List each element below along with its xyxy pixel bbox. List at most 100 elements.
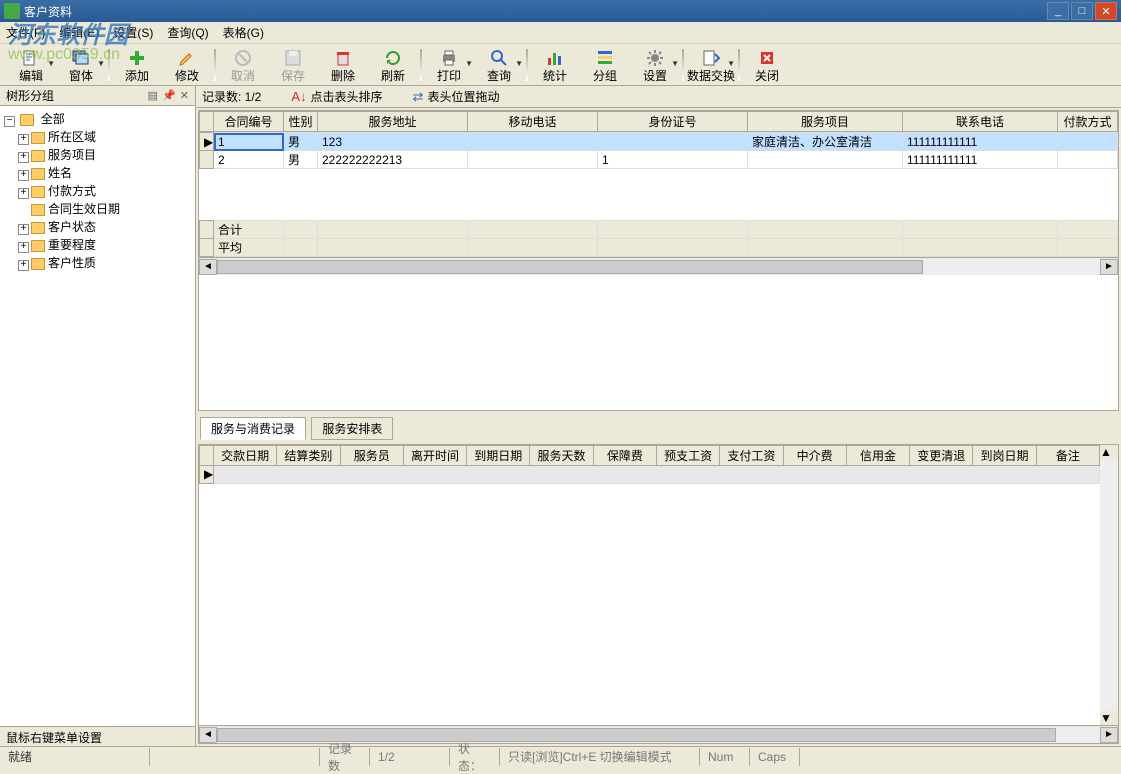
maximize-button[interactable]: □ <box>1071 2 1093 20</box>
cell[interactable]: 1 <box>214 133 284 151</box>
tree-item[interactable]: 客户状态 <box>48 220 96 234</box>
tree-expand-icon[interactable]: + <box>18 188 29 199</box>
cell[interactable]: 家庭清洁、办公室清洁 <box>748 133 903 151</box>
tool-window[interactable]: 窗体▼ <box>56 45 106 85</box>
tree-expand-icon[interactable]: + <box>18 224 29 235</box>
cell[interactable]: 男 <box>284 151 318 169</box>
tool-delete[interactable]: 删除 <box>318 45 368 85</box>
scroll-down-icon[interactable]: ▼ <box>1100 711 1118 725</box>
column-header[interactable]: 服务员 <box>340 445 403 465</box>
tree-expand-icon[interactable]: + <box>18 152 29 163</box>
menu-file[interactable]: 文件(F) <box>6 24 45 41</box>
table-row[interactable]: ▶ <box>200 465 1100 483</box>
cell[interactable] <box>1058 151 1118 169</box>
column-header[interactable]: 变更清退 <box>910 445 973 465</box>
menu-query[interactable]: 查询(Q) <box>167 24 208 41</box>
sidebar-close-icon[interactable]: ✕ <box>180 89 189 102</box>
tool-refresh[interactable]: 刷新 <box>368 45 418 85</box>
tool-config[interactable]: 设置▼ <box>630 45 680 85</box>
tree-view[interactable]: − 全部 + 所在区域 + 服务项目 + 姓名 + 付款方式合同生效日期 + 客户状态 + 重要程度 +… <box>0 106 195 726</box>
column-header[interactable]: 预支工资 <box>656 445 719 465</box>
tool-save[interactable]: 保存 <box>268 45 318 85</box>
tool-add[interactable]: 添加 <box>112 45 162 85</box>
tree-item[interactable]: 服务项目 <box>48 148 96 162</box>
cell[interactable]: 2 <box>214 151 284 169</box>
column-header[interactable]: 服务项目 <box>748 112 903 132</box>
tree-item[interactable]: 客户性质 <box>48 256 96 270</box>
sub-grid-vscroll[interactable]: ▲ ▼ <box>1100 445 1118 726</box>
cell[interactable]: 111111111111 <box>903 133 1058 151</box>
tool-stats[interactable]: 统计 <box>530 45 580 85</box>
cell[interactable]: 222222222213 <box>318 151 468 169</box>
tree-expand-icon[interactable]: + <box>18 260 29 271</box>
menu-grid[interactable]: 表格(G) <box>223 24 264 41</box>
menu-settings[interactable]: 设置(S) <box>113 24 153 41</box>
column-header[interactable]: 联系电话 <box>903 112 1058 132</box>
tree-item[interactable]: 所在区域 <box>48 130 96 144</box>
cell[interactable] <box>468 133 598 151</box>
cell[interactable] <box>1058 133 1118 151</box>
scroll-left-icon[interactable]: ◄ <box>199 727 217 743</box>
sub-grid-hscroll[interactable]: ◄ ► <box>199 725 1118 743</box>
sidebar-pin-icon[interactable]: 📌 <box>162 89 176 102</box>
tool-exchange[interactable]: 数据交换▼ <box>686 45 736 85</box>
column-header[interactable]: 到岗日期 <box>973 445 1036 465</box>
scroll-right-icon[interactable]: ► <box>1100 727 1118 743</box>
tree-expand-icon[interactable]: + <box>18 134 29 145</box>
column-header[interactable]: 性别 <box>284 112 318 132</box>
column-header[interactable]: 移动电话 <box>468 112 598 132</box>
sidebar-footer[interactable]: 鼠标右键菜单设置 <box>0 726 195 746</box>
tree-expand-icon[interactable]: + <box>18 170 29 181</box>
table-row[interactable]: 2男2222222222131111111111111 <box>200 151 1118 169</box>
column-header[interactable]: 支付工资 <box>720 445 783 465</box>
tree-expand-icon[interactable]: − <box>4 116 15 127</box>
column-header[interactable]: 保障费 <box>593 445 656 465</box>
column-header[interactable]: 信用金 <box>846 445 909 465</box>
sidebar-list-icon[interactable]: ▤ <box>148 89 158 102</box>
tree-item[interactable]: 付款方式 <box>48 184 96 198</box>
tool-cancel[interactable]: 取消 <box>218 45 268 85</box>
cell[interactable] <box>748 151 903 169</box>
column-header[interactable]: 交款日期 <box>214 445 277 465</box>
cell[interactable]: 男 <box>284 133 318 151</box>
cell[interactable]: 1 <box>598 151 748 169</box>
main-grid-hscroll[interactable]: ◄ ► <box>199 257 1118 275</box>
scroll-up-icon[interactable]: ▲ <box>1100 445 1118 459</box>
cell[interactable]: 123 <box>318 133 468 151</box>
column-header[interactable]: 服务地址 <box>318 112 468 132</box>
tree-root[interactable]: 全部 <box>41 112 65 126</box>
scroll-right-icon[interactable]: ► <box>1100 259 1118 275</box>
scroll-left-icon[interactable]: ◄ <box>199 259 217 275</box>
column-header[interactable]: 到期日期 <box>467 445 530 465</box>
tab-service-schedule[interactable]: 服务安排表 <box>311 417 393 440</box>
column-header[interactable]: 服务天数 <box>530 445 593 465</box>
tool-modify[interactable]: 修改 <box>162 45 212 85</box>
tool-group[interactable]: 分组 <box>580 45 630 85</box>
tab-service-records[interactable]: 服务与消费记录 <box>200 417 306 440</box>
minimize-button[interactable]: _ <box>1047 2 1069 20</box>
column-header[interactable]: 离开时间 <box>403 445 466 465</box>
cell[interactable] <box>468 151 598 169</box>
table-row[interactable]: ▶1男123家庭清洁、办公室清洁111111111111 <box>200 133 1118 151</box>
footer-label: 合计 <box>214 221 284 239</box>
tree-item[interactable]: 合同生效日期 <box>48 202 120 216</box>
column-header[interactable]: 结算类别 <box>277 445 340 465</box>
tree-item[interactable]: 重要程度 <box>48 238 96 252</box>
tool-close[interactable]: 关闭 <box>742 45 792 85</box>
tool-edit[interactable]: 编辑▼ <box>6 45 56 85</box>
column-header[interactable]: 付款方式 <box>1058 112 1118 132</box>
tool-query[interactable]: 查询▼ <box>474 45 524 85</box>
tree-item[interactable]: 姓名 <box>48 166 72 180</box>
column-header[interactable]: 合同编号 <box>214 112 284 132</box>
cell[interactable]: 111111111111 <box>903 151 1058 169</box>
column-header[interactable]: 备注 <box>1036 445 1099 465</box>
tool-print[interactable]: 打印▼ <box>424 45 474 85</box>
main-grid-body[interactable]: ▶1男123家庭清洁、办公室清洁1111111111112男2222222222… <box>199 132 1118 169</box>
toolbar: 编辑▼ 窗体▼ 添加 修改 取消 保存 删除 刷新 打印▼ 查询▼ 统计 分组 … <box>0 44 1121 86</box>
column-header[interactable]: 身份证号 <box>598 112 748 132</box>
column-header[interactable]: 中介费 <box>783 445 846 465</box>
menu-edit[interactable]: 编辑(E) <box>59 24 99 41</box>
close-button[interactable]: ✕ <box>1095 2 1117 20</box>
tree-expand-icon[interactable]: + <box>18 242 29 253</box>
cell[interactable] <box>598 133 748 151</box>
